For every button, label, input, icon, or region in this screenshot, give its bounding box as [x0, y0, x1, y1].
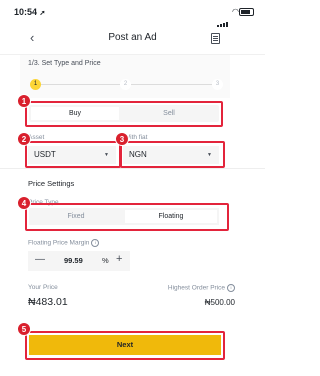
your-price-value: ₦483.01 — [28, 296, 68, 308]
annotation-badge-3: 3 — [115, 132, 129, 146]
step-track — [40, 84, 120, 85]
step-indicator-1: 1 — [30, 79, 41, 90]
annotation-badge-4: 4 — [17, 196, 31, 210]
section-divider — [0, 168, 265, 169]
decrement-button[interactable]: — — [35, 254, 45, 265]
annotation-box-4 — [25, 203, 229, 231]
increment-button[interactable]: + — [116, 253, 122, 265]
battery-icon — [239, 8, 254, 16]
annotation-box-3 — [120, 141, 225, 168]
annotation-badge-2: 2 — [17, 132, 31, 146]
price-settings-heading: Price Settings — [28, 179, 75, 188]
annotation-box-5 — [25, 331, 225, 360]
margin-unit: % — [102, 256, 109, 265]
margin-label: Floating Price Margin i — [28, 239, 100, 247]
step-indicator-3: 3 — [212, 79, 223, 90]
margin-input[interactable]: 99.59 — [64, 256, 83, 265]
annotation-box-2 — [25, 141, 121, 168]
highest-price-label: Highest Order Price i — [168, 284, 235, 292]
your-price-label: Your Price — [28, 284, 58, 291]
annotation-badge-5: 5 — [17, 322, 31, 336]
info-icon[interactable]: i — [227, 284, 235, 292]
margin-stepper: — 99.59 % + — [28, 251, 130, 271]
step-indicator-2: 2 — [120, 79, 131, 90]
document-icon[interactable] — [211, 33, 220, 44]
wifi-icon: ◠ — [232, 7, 239, 16]
nav-header: ‹ Post an Ad — [0, 22, 265, 55]
info-icon[interactable]: i — [91, 239, 100, 247]
annotation-badge-1: 1 — [17, 94, 31, 108]
annotation-box-1 — [25, 101, 223, 127]
step-title: 1/3. Set Type and Price — [28, 60, 101, 67]
status-bar: 10:54 ➚ ◠ — [0, 0, 265, 27]
page-title: Post an Ad — [108, 32, 157, 43]
highest-price-value: ₦500.00 — [204, 298, 235, 307]
step-track — [131, 84, 212, 85]
status-time: 10:54 ➚ — [14, 7, 46, 17]
